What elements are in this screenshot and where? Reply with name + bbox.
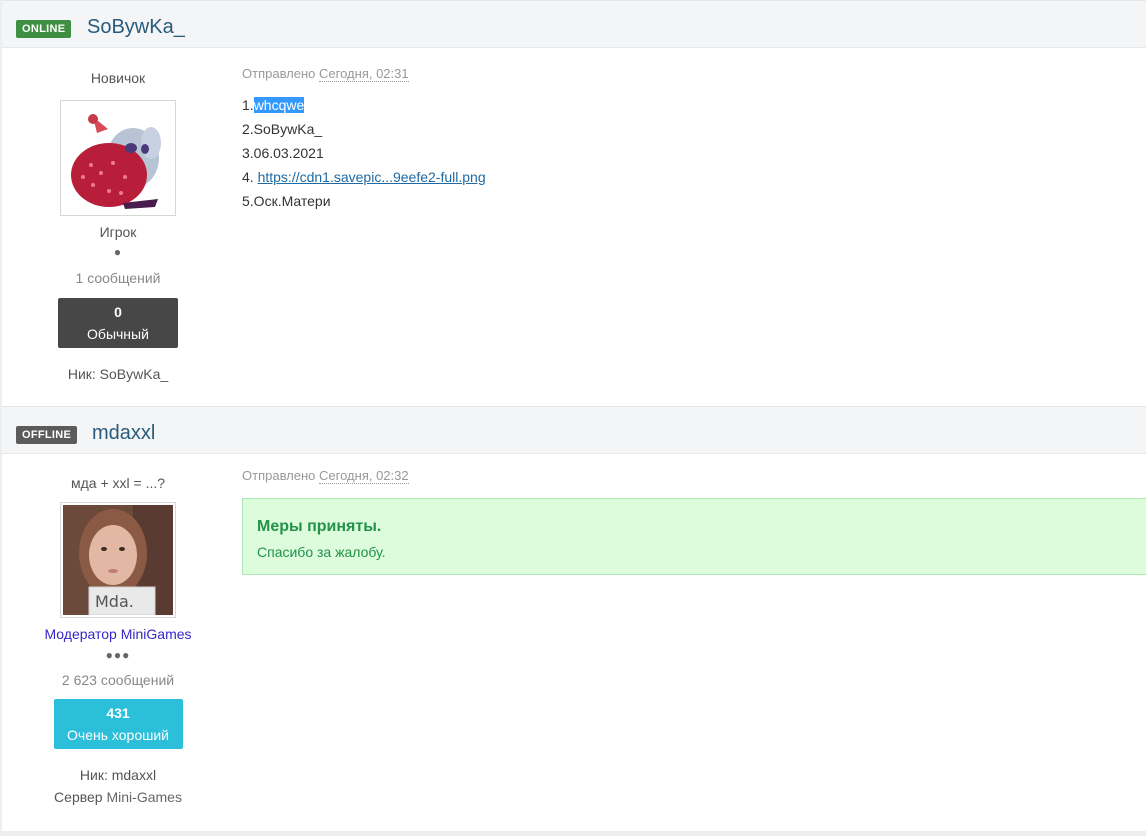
- reputation-label: Обычный: [87, 326, 149, 342]
- avatar[interactable]: Mda.: [60, 502, 176, 618]
- post: OFFLINE mdaxxl мда + xxl = ...? Mda. Мод…: [2, 406, 1146, 831]
- avatar[interactable]: [60, 100, 176, 216]
- reputation-value: 431: [106, 705, 130, 721]
- status-badge: OFFLINE: [16, 426, 78, 444]
- post-header: OFFLINE mdaxxl: [2, 407, 1146, 454]
- line-prefix: 1.: [242, 97, 254, 113]
- reputation-value: 0: [114, 304, 122, 320]
- post-body: 1.whcqwe 2.SoBywKa_ 3.06.03.2021 4. http…: [242, 93, 1146, 213]
- author-info: мда + xxl = ...? Mda. Модератор MiniGame…: [2, 454, 234, 805]
- post-date: Отправлено Сегодня, 02:32: [242, 468, 1146, 484]
- post-line: 4. https://cdn1.savepic...9eefe2-full.pn…: [242, 165, 1146, 189]
- posted-date[interactable]: Сегодня, 02:32: [319, 468, 409, 484]
- field-label: Сервер: [54, 789, 107, 805]
- post: ONLINE SoBywKa_ Новичок Игрок ● 1 сообще…: [2, 0, 1146, 407]
- rank-pips: ●●●: [105, 648, 131, 662]
- field-label: Ник:: [67, 366, 100, 382]
- reputation-box[interactable]: 0 Обычный: [58, 298, 178, 348]
- post-header: ONLINE SoBywKa_: [2, 1, 1146, 48]
- author-info: Новичок Игрок ● 1 сообщений 0 Обычный Ни…: [2, 48, 234, 382]
- notice-heading: Меры приняты.: [257, 518, 382, 535]
- member-title: мда + xxl = ...?: [70, 475, 166, 491]
- moderation-notice: Меры приняты. Спасибо за жалобу.: [242, 498, 1146, 575]
- member-group: Модератор MiniGames: [2, 626, 234, 646]
- author-username-link[interactable]: mdaxxl: [92, 422, 155, 445]
- post-line: 2.SoBywKa_: [242, 121, 323, 137]
- post-content: Отправлено Сегодня, 02:32 Меры приняты. …: [242, 454, 1146, 575]
- reputation-label: Очень хороший: [67, 727, 169, 743]
- post-line: 1.whcqwe: [242, 93, 1146, 117]
- posted-label: Отправлено: [242, 468, 316, 483]
- line-prefix: 4.: [242, 169, 258, 185]
- selected-text: whcqwe: [253, 97, 305, 113]
- field-value: SoBywKa_: [99, 366, 169, 382]
- message-count: 2 623 сообщений: [61, 672, 175, 688]
- group-name: MiniGames: [120, 626, 192, 642]
- post-line: 3.06.03.2021: [242, 145, 324, 161]
- avatar-image: [63, 103, 173, 213]
- post-date: Отправлено Сегодня, 02:31: [242, 66, 1146, 82]
- message-count: 1 сообщений: [75, 270, 161, 286]
- post-line: 5.Оск.Матери: [242, 193, 331, 209]
- field-label: Ник:: [79, 767, 112, 783]
- posted-label: Отправлено: [242, 66, 316, 81]
- profile-field-nick: Ник: SoBywKa_: [2, 366, 234, 382]
- rank-pips: ●: [113, 245, 123, 259]
- group-prefix: Модератор: [44, 626, 121, 642]
- notice-text: Спасибо за жалобу.: [257, 544, 386, 560]
- field-value: mdaxxl: [111, 767, 157, 783]
- profile-field-server: Сервер Mini-Games: [2, 789, 234, 805]
- status-badge: ONLINE: [16, 20, 72, 38]
- member-title: Новичок: [90, 70, 146, 86]
- avatar-image: Mda.: [63, 505, 173, 615]
- reputation-box[interactable]: 431 Очень хороший: [53, 699, 183, 749]
- author-username-link[interactable]: SoBywKa_: [87, 16, 185, 39]
- evidence-link[interactable]: https://cdn1.savepic...9eefe2-full.png: [258, 169, 486, 185]
- field-value: Mini-Games: [106, 789, 182, 805]
- svg-text:Mda.: Mda.: [95, 592, 134, 611]
- profile-field-nick: Ник: mdaxxl: [2, 767, 234, 789]
- post-content: Отправлено Сегодня, 02:31 1.whcqwe 2.SoB…: [242, 48, 1146, 213]
- member-group: Игрок: [99, 224, 137, 240]
- posted-date[interactable]: Сегодня, 02:31: [319, 66, 409, 82]
- forum-page: ONLINE SoBywKa_ Новичок Игрок ● 1 сообще…: [0, 0, 1146, 836]
